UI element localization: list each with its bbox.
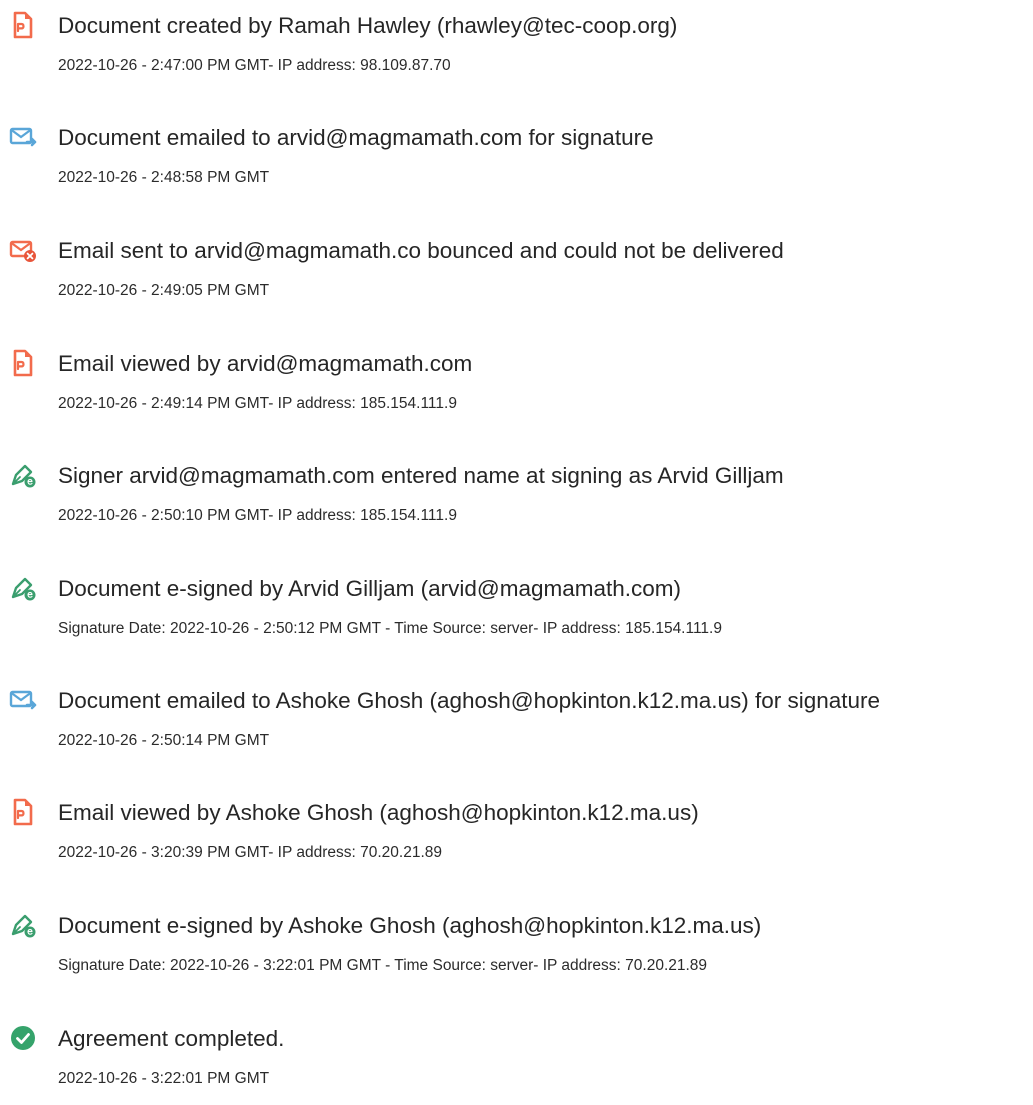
event-detail: 2022-10-26 - 2:49:14 PM GMT- IP address:… — [58, 395, 457, 412]
document-icon — [8, 348, 38, 378]
event-detail: 2022-10-26 - 3:22:01 PM GMT — [58, 1070, 270, 1087]
event-detail: 2022-10-26 - 2:50:10 PM GMT- IP address:… — [58, 507, 457, 524]
event-detail: 2022-10-26 - 2:48:58 PM GMT — [58, 169, 270, 186]
event-detail: 2022-10-26 - 2:50:14 PM GMT — [58, 732, 270, 749]
signature-pen-icon — [8, 573, 38, 603]
event-title: Document emailed to arvid@magmamath.com … — [58, 125, 654, 150]
event-detail: 2022-10-26 - 3:20:39 PM GMT- IP address:… — [58, 844, 442, 861]
event-title: Document e-signed by Ashoke Ghosh (aghos… — [58, 913, 762, 938]
signature-pen-icon — [8, 460, 38, 490]
event-title: Email viewed by arvid@magmamath.com — [58, 351, 473, 376]
audit-event-emailed: Document emailed to arvid@magmamath.com … — [0, 112, 1033, 192]
event-detail: 2022-10-26 - 2:49:05 PM GMT — [58, 282, 270, 299]
audit-event-viewed: Email viewed by arvid@magmamath.com 2022… — [0, 338, 1033, 418]
audit-event-completed: Agreement completed. 2022-10-26 - 3:22:0… — [0, 1013, 1033, 1093]
event-title: Email sent to arvid@magmamath.co bounced… — [58, 238, 784, 263]
audit-event-name-entered: Signer arvid@magmamath.com entered name … — [0, 450, 1033, 530]
audit-event-signed-2: Document e-signed by Ashoke Ghosh (aghos… — [0, 900, 1033, 980]
check-circle-icon — [8, 1023, 38, 1053]
audit-event-created: Document created by Ramah Hawley (rhawle… — [0, 0, 1033, 80]
event-title: Email viewed by Ashoke Ghosh (aghosh@hop… — [58, 800, 699, 825]
event-detail: Signature Date: 2022-10-26 - 3:22:01 PM … — [58, 957, 708, 974]
signature-pen-icon — [8, 910, 38, 940]
email-sent-icon — [8, 685, 38, 715]
audit-event-viewed-2: Email viewed by Ashoke Ghosh (aghosh@hop… — [0, 787, 1033, 867]
audit-event-emailed-2: Document emailed to Ashoke Ghosh (aghosh… — [0, 675, 1033, 755]
event-title: Document e-signed by Arvid Gilljam (arvi… — [58, 576, 682, 601]
document-icon — [8, 10, 38, 40]
event-title: Agreement completed. — [58, 1026, 285, 1051]
document-icon — [8, 797, 38, 827]
event-detail: 2022-10-26 - 2:47:00 PM GMT- IP address:… — [58, 57, 451, 74]
event-title: Document created by Ramah Hawley (rhawle… — [58, 13, 678, 38]
audit-event-bounced: Email sent to arvid@magmamath.co bounced… — [0, 225, 1033, 305]
event-title: Document emailed to Ashoke Ghosh (aghosh… — [58, 688, 881, 713]
event-title: Signer arvid@magmamath.com entered name … — [58, 463, 784, 488]
email-sent-icon — [8, 122, 38, 152]
email-bounced-icon — [8, 235, 38, 265]
audit-event-signed-1: Document e-signed by Arvid Gilljam (arvi… — [0, 563, 1033, 643]
event-detail: Signature Date: 2022-10-26 - 2:50:12 PM … — [58, 620, 722, 637]
